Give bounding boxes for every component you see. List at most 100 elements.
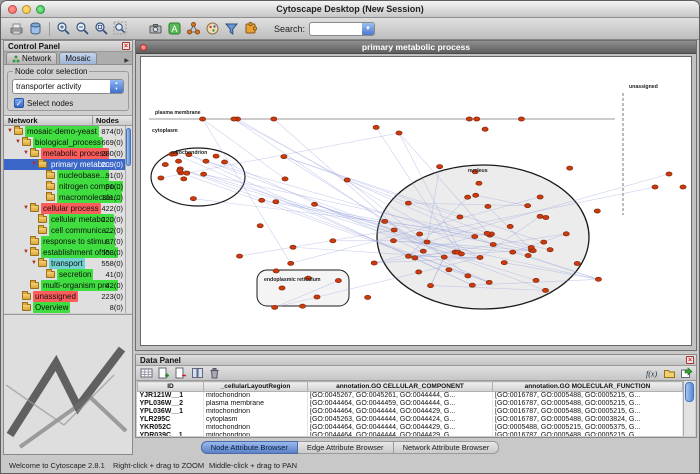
- network-edge[interactable]: [203, 119, 291, 263]
- network-node[interactable]: [282, 177, 288, 181]
- column-header[interactable]: annotation.GO MOLECULAR_FUNCTION: [493, 382, 683, 392]
- column-header[interactable]: _cellularLayoutRegion: [204, 382, 308, 392]
- network-node[interactable]: [417, 232, 423, 236]
- network-node[interactable]: [288, 261, 294, 265]
- tab-edge-attribute-browser[interactable]: Edge Attribute Browser: [298, 441, 394, 454]
- tree-row-transport[interactable]: ▼transport558(0): [4, 258, 125, 269]
- network-node[interactable]: [175, 159, 181, 163]
- network-node[interactable]: [510, 250, 516, 254]
- network-node[interactable]: [273, 200, 279, 204]
- network-edge[interactable]: [234, 119, 347, 180]
- network-node[interactable]: [666, 172, 672, 176]
- network-node[interactable]: [236, 254, 242, 258]
- network-node[interactable]: [465, 195, 471, 199]
- fx-icon[interactable]: f(x): [645, 367, 659, 380]
- network-node[interactable]: [525, 253, 531, 257]
- network-node[interactable]: [273, 269, 279, 273]
- network-node[interactable]: [405, 254, 411, 258]
- zoom-area-icon[interactable]: [111, 20, 129, 38]
- network-node[interactable]: [469, 283, 475, 287]
- network-node[interactable]: [458, 252, 464, 256]
- network-canvas[interactable]: plasma membranecytoplasmmitochondrionnuc…: [140, 56, 692, 346]
- network-node[interactable]: [518, 117, 524, 121]
- delete-attribute-icon[interactable]: [173, 367, 187, 380]
- tree-row-mosaic-demo-yeast[interactable]: ▼mosaic-demo-yeast874(0): [4, 126, 125, 137]
- tree-row-cell-communica[interactable]: cell communica...22(0): [4, 225, 125, 236]
- network-node[interactable]: [484, 231, 490, 235]
- network-node[interactable]: [335, 278, 341, 282]
- network-node[interactable]: [213, 154, 219, 158]
- network-node[interactable]: [486, 280, 492, 284]
- network-node[interactable]: [184, 171, 190, 175]
- network-node[interactable]: [652, 185, 658, 189]
- network-node[interactable]: [537, 195, 543, 199]
- expand-arrow-icon[interactable]: ▼: [7, 126, 14, 137]
- network-node[interactable]: [158, 176, 164, 180]
- zoom-out-icon[interactable]: [73, 20, 91, 38]
- float-data-panel-icon[interactable]: ×: [686, 356, 694, 364]
- network-node[interactable]: [257, 224, 263, 228]
- network-node[interactable]: [279, 286, 285, 290]
- vizmapper-icon[interactable]: [203, 20, 221, 38]
- network-node[interactable]: [373, 125, 379, 129]
- search-dropdown-arrow-icon[interactable]: ▼: [362, 23, 374, 35]
- folder-icon[interactable]: [662, 367, 676, 380]
- network-edge[interactable]: [234, 119, 385, 221]
- network-node[interactable]: [457, 215, 463, 219]
- tree-row-unassigned[interactable]: unassigned223(0): [4, 291, 125, 302]
- network-column-header[interactable]: Network: [8, 116, 38, 126]
- tree-row-cellular-metabo[interactable]: cellular metabo...220(0): [4, 214, 125, 225]
- network-node[interactable]: [405, 201, 411, 205]
- zoom-in-icon[interactable]: [54, 20, 72, 38]
- network-node[interactable]: [547, 248, 553, 252]
- nodes-column-header[interactable]: Nodes: [92, 116, 119, 125]
- tree-row-response-to-stimu[interactable]: response to stimu...87(0): [4, 236, 125, 247]
- tree-row-biological-process[interactable]: ▼biological_process669(0): [4, 137, 125, 148]
- network-node[interactable]: [482, 127, 488, 131]
- network-node[interactable]: [465, 274, 471, 278]
- network-node[interactable]: [391, 228, 397, 232]
- import-icon[interactable]: [679, 367, 693, 380]
- printer-icon[interactable]: [7, 20, 25, 38]
- network-node[interactable]: [525, 204, 531, 208]
- network-node[interactable]: [680, 185, 686, 189]
- trash-icon[interactable]: [207, 367, 221, 380]
- network-node[interactable]: [390, 239, 396, 243]
- expand-arrow-icon[interactable]: ▼: [31, 159, 38, 170]
- network-node[interactable]: [446, 268, 452, 272]
- expand-arrow-icon[interactable]: ▼: [23, 247, 30, 258]
- column-header[interactable]: ID: [138, 382, 204, 392]
- minimize-window-button[interactable]: [22, 5, 31, 14]
- network-node[interactable]: [474, 117, 480, 121]
- network-node[interactable]: [281, 155, 287, 159]
- network-node[interactable]: [490, 242, 496, 246]
- network-node[interactable]: [485, 204, 491, 208]
- table-row[interactable]: YPL036W__1mitochondrion[GO:0044464, GO:0…: [138, 408, 683, 416]
- column-header[interactable]: annotation.GO CELLULAR_COMPONENT: [308, 382, 493, 392]
- network-node[interactable]: [272, 305, 278, 309]
- table-row[interactable]: YPL036W__2plasma membrane[GO:0044464, GO…: [138, 400, 683, 408]
- network-node[interactable]: [330, 239, 336, 243]
- network-node[interactable]: [473, 193, 479, 197]
- network-node[interactable]: [199, 117, 205, 121]
- network-node[interactable]: [371, 261, 377, 265]
- tree-row-cellular-process[interactable]: ▼cellular process422(0): [4, 203, 125, 214]
- select-nodes-checkbox[interactable]: ✓: [14, 98, 24, 108]
- tab-network[interactable]: Network: [6, 52, 57, 64]
- network-edge[interactable]: [274, 119, 423, 251]
- network-node[interactable]: [437, 165, 443, 169]
- close-view-button[interactable]: [140, 44, 147, 51]
- network-node[interactable]: [396, 131, 402, 135]
- table-scrollbar[interactable]: [683, 381, 695, 436]
- tree-row-macromolecule[interactable]: macromolecule...311(0): [4, 192, 125, 203]
- table-scrollbar-thumb[interactable]: [685, 382, 694, 402]
- network-node[interactable]: [528, 245, 534, 249]
- network-node[interactable]: [501, 261, 507, 265]
- filter-icon[interactable]: [222, 20, 240, 38]
- network-edge[interactable]: [175, 154, 415, 258]
- network-node[interactable]: [177, 168, 183, 172]
- columns-icon[interactable]: [190, 367, 204, 380]
- network-node[interactable]: [427, 283, 433, 287]
- network-node[interactable]: [594, 209, 600, 213]
- network-node[interactable]: [412, 256, 418, 260]
